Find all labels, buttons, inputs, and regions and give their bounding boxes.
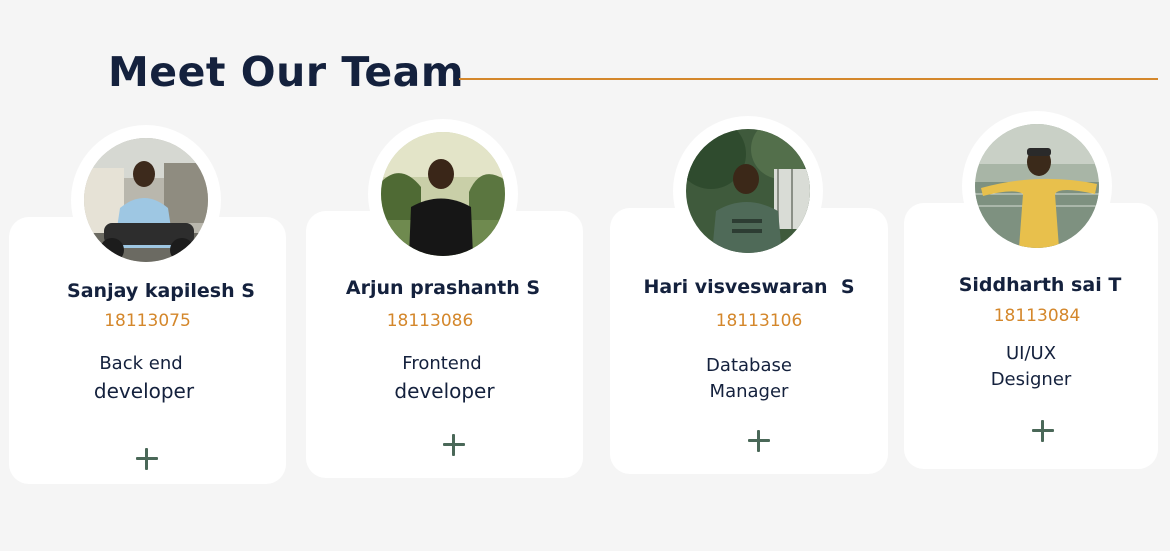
expand-plus-button-4[interactable] xyxy=(1032,420,1054,442)
member-role-line1-2: Frontend xyxy=(402,353,482,374)
title-divider xyxy=(459,78,1158,80)
member-roll-2: 18113086 xyxy=(386,311,474,331)
member-role-line1-1: Back end xyxy=(99,353,183,374)
member-roll-1: 18113075 xyxy=(104,311,191,331)
member-name-3: Hari visveswaran S xyxy=(643,276,855,298)
avatar-ring-1 xyxy=(71,125,221,275)
member-roll-4: 18113084 xyxy=(993,306,1081,326)
avatar-ring-4 xyxy=(962,111,1112,261)
member-name-1: Sanjay kapilesh S xyxy=(67,280,255,302)
member-role-line2-2: developer xyxy=(394,379,495,403)
expand-plus-button-3[interactable] xyxy=(748,430,770,452)
member-role-line1-4: UI/UX xyxy=(1005,343,1057,364)
member-roll-3: 18113106 xyxy=(715,311,803,331)
member-name-4: Siddharth sai T xyxy=(958,274,1122,296)
member-role-line2-1: developer xyxy=(93,379,195,403)
avatar-ring-2 xyxy=(368,119,518,269)
page-title: Meet Our Team xyxy=(108,48,465,96)
member-role-line2-3: Manager xyxy=(709,381,789,402)
expand-plus-button-1[interactable] xyxy=(136,448,158,470)
member-role-line2-4: Designer xyxy=(990,369,1072,390)
expand-plus-button-2[interactable] xyxy=(443,434,465,456)
member-photo-4 xyxy=(975,124,1099,248)
avatar-ring-3 xyxy=(673,116,823,266)
member-photo-2 xyxy=(381,132,505,256)
member-photo-3 xyxy=(686,129,810,253)
member-role-line1-3: Database xyxy=(706,355,792,376)
member-photo-1 xyxy=(84,138,208,262)
member-name-2: Arjun prashanth S xyxy=(345,277,541,299)
